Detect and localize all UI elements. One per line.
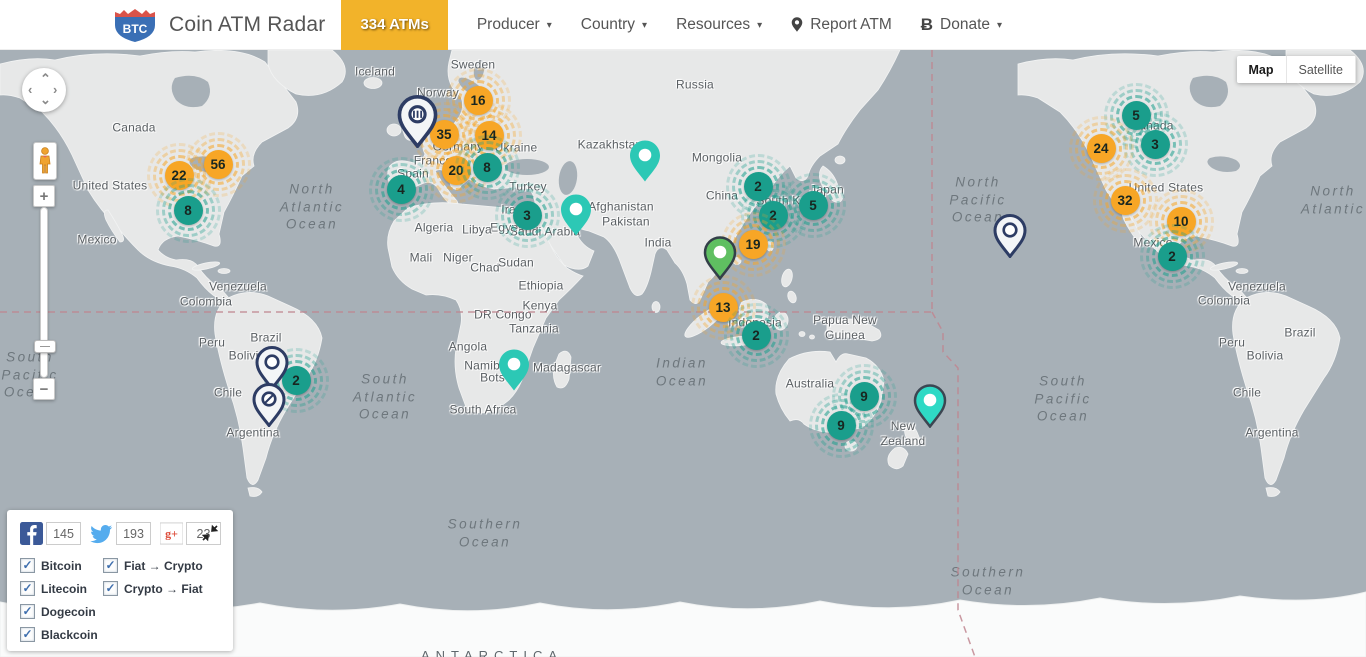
atm-pin-marker-argentina[interactable] [252, 383, 286, 427]
check-mark-icon: ✓ [105, 560, 115, 570]
cluster-count: 2 [742, 321, 771, 350]
nav-item-country[interactable]: Country ▾ [581, 16, 647, 34]
pan-left-arrow[interactable]: ‹ [28, 82, 32, 97]
atm-pin-marker-south-africa[interactable] [497, 348, 531, 392]
nav-item-report-atm[interactable]: Report ATM [791, 16, 892, 34]
chevron-down-icon: ▾ [642, 20, 647, 31]
map-canvas[interactable]: CanadaUnited StatesMexicoVenezuelaColomb… [0, 50, 1366, 657]
checkbox-fiat-crypto[interactable]: ✓ [103, 558, 118, 573]
cluster-count: 3 [513, 201, 542, 230]
map-type-button-satellite[interactable]: Satellite [1287, 56, 1356, 83]
cluster-count: 56 [204, 150, 233, 179]
map-type-button-map[interactable]: Map [1237, 56, 1287, 83]
location-pin-icon [791, 16, 803, 33]
pan-down-arrow[interactable]: ⌄ [40, 92, 51, 108]
nav-item-label: Resources [676, 16, 750, 34]
zoom-out-button[interactable]: − [33, 378, 55, 400]
filter-label: Litecoin [41, 582, 87, 596]
checkbox-litecoin[interactable]: ✓ [20, 581, 35, 596]
twitter-icon [90, 522, 113, 545]
atm-pin-marker-united-kingdom[interactable] [397, 95, 438, 148]
filter-label: Fiat → Crypto [124, 559, 203, 573]
cluster-count: 3 [1141, 130, 1170, 159]
filter-row-blackcoin[interactable]: ✓ Blackcoin [20, 627, 98, 642]
facebook-icon [20, 522, 43, 545]
cluster-count: 8 [174, 196, 203, 225]
cluster-count: 19 [739, 230, 768, 259]
atm-count-button[interactable]: 334 ATMs [341, 0, 447, 50]
logo-shield-top [115, 9, 155, 17]
share-group-twitter: 193 [90, 522, 151, 545]
zoom-in-button[interactable]: + [33, 185, 55, 207]
twitter-share-count: 193 [116, 522, 151, 545]
checkbox-crypto-fiat[interactable]: ✓ [103, 581, 118, 596]
svg-text:g+: g+ [165, 527, 178, 541]
atm-pin-marker-new-zealand[interactable] [913, 384, 947, 428]
nav-item-label: Country [581, 16, 635, 34]
nav-item-donate[interactable]: Ƀ Donate ▾ [921, 15, 1002, 35]
cluster-count: 8 [473, 153, 502, 182]
check-mark-icon: ✓ [22, 560, 32, 570]
pan-control[interactable]: ⌃ ⌄ ‹ › [22, 68, 66, 112]
zoom-slider-handle[interactable] [34, 340, 56, 353]
cluster-count: 9 [827, 411, 856, 440]
filter-label: Dogecoin [41, 605, 96, 619]
share-group-facebook: 145 [20, 522, 81, 545]
filter-label: Bitcoin [41, 559, 82, 573]
nav-item-label: Producer [477, 16, 540, 34]
nav-item-resources[interactable]: Resources ▾ [676, 16, 762, 34]
cluster-count: 32 [1111, 186, 1140, 215]
chevron-down-icon: ▾ [757, 20, 762, 31]
atm-pin-marker-thailand[interactable] [703, 236, 737, 280]
filter-label: Crypto → Fiat [124, 582, 203, 596]
header: BTC Coin ATM Radar 334 ATMs Producer▾Cou… [0, 0, 1366, 50]
check-mark-icon: ✓ [105, 583, 115, 593]
cluster-count: 24 [1087, 134, 1116, 163]
map-type-control: MapSatellite [1237, 56, 1356, 83]
cluster-count: 2 [1158, 242, 1187, 271]
twitter-share-button[interactable] [90, 522, 113, 545]
pegman-icon [38, 147, 52, 175]
checkbox-bitcoin[interactable]: ✓ [20, 558, 35, 573]
filter-row-litecoin[interactable]: ✓ Litecoin [20, 581, 87, 596]
nav-item-label: Report ATM [810, 16, 892, 34]
pan-right-arrow[interactable]: › [53, 82, 57, 97]
chevron-down-icon: ▾ [547, 20, 552, 31]
main-nav: Producer ▾ Country ▾ Resources ▾ Report ATM Ƀ Do… [448, 15, 1002, 35]
filter-row-crypto-fiat[interactable]: ✓ Crypto → Fiat [103, 581, 203, 596]
check-mark-icon: ✓ [22, 606, 32, 616]
facebook-share-button[interactable] [20, 522, 43, 545]
bitcoin-icon: Ƀ [921, 15, 933, 35]
atm-pin-marker-north-pacific[interactable] [993, 214, 1027, 258]
nav-item-producer[interactable]: Producer ▾ [477, 16, 552, 34]
page: BTC Coin ATM Radar 334 ATMs Producer▾Cou… [0, 0, 1366, 657]
nav-item-label: Donate [940, 16, 990, 34]
atm-pin-marker-kazakhstan[interactable] [628, 139, 662, 183]
chevron-down-icon: ▾ [997, 20, 1002, 31]
filter-share-panel: 145193g+23 ✓Bitcoin✓Litecoin✓Dogecoin✓Bl… [7, 510, 233, 651]
googleplus-icon: g+ [160, 522, 183, 545]
share-buttons-row: 145193g+23 [20, 522, 221, 545]
filter-row-bitcoin[interactable]: ✓ Bitcoin [20, 558, 82, 573]
googleplus-share-button[interactable]: g+ [160, 522, 183, 545]
checkbox-blackcoin[interactable]: ✓ [20, 627, 35, 642]
filter-row-fiat-crypto[interactable]: ✓ Fiat → Crypto [103, 558, 203, 573]
pan-up-arrow[interactable]: ⌃ [40, 71, 51, 87]
site-title[interactable]: Coin ATM Radar [169, 13, 325, 37]
check-mark-icon: ✓ [22, 583, 32, 593]
collapse-panel-icon[interactable] [201, 524, 219, 542]
cluster-count: 5 [799, 191, 828, 220]
facebook-share-count: 145 [46, 522, 81, 545]
cluster-count: 4 [387, 175, 416, 204]
atm-pin-marker-saudi-arabia[interactable] [559, 193, 593, 237]
checkbox-dogecoin[interactable]: ✓ [20, 604, 35, 619]
filter-label: Blackcoin [41, 628, 98, 642]
filter-row-dogecoin[interactable]: ✓ Dogecoin [20, 604, 96, 619]
btc-shield-logo[interactable]: BTC [113, 7, 157, 43]
check-mark-icon: ✓ [22, 629, 32, 639]
pegman-street-view[interactable] [33, 142, 57, 180]
logo-text: BTC [123, 22, 148, 36]
